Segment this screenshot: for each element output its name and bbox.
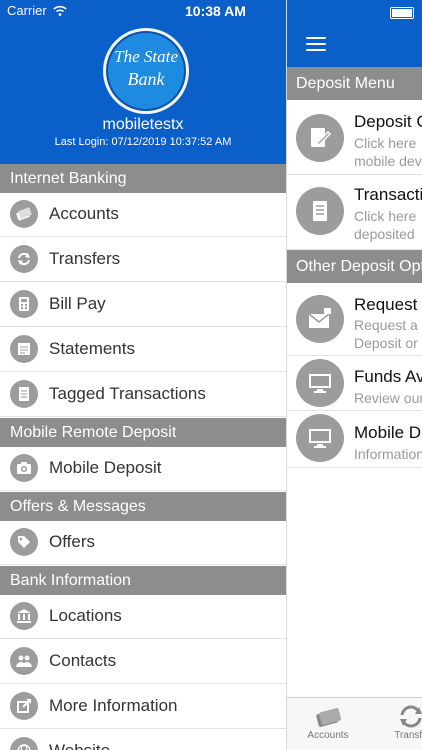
drawer-item-transfers[interactable]: Transfers	[0, 238, 286, 282]
bank-logo: The State Bank	[103, 28, 189, 114]
drawer-item-label: Offers	[49, 532, 95, 551]
menu-item-subtitle: Click here	[354, 135, 417, 151]
drawer-item-label: Website	[49, 741, 110, 750]
tab-label: Transfe	[394, 730, 422, 741]
drawer-item-locations[interactable]: Locations	[0, 595, 286, 639]
monitor-icon	[296, 414, 344, 462]
transfer-icon	[397, 704, 422, 728]
drawer-item-label: Mobile Deposit	[49, 458, 162, 477]
section-header-mobile-remote-deposit: Mobile Remote Deposit	[0, 418, 286, 447]
main-status-bar	[286, 3, 422, 21]
transfer-icon	[10, 245, 38, 273]
drawer-item-bill-pay[interactable]: Bill Pay	[0, 283, 286, 327]
drawer-item-statements[interactable]: Statements	[0, 328, 286, 372]
main-header	[286, 0, 422, 67]
tab-bar: Accounts Transfe	[286, 697, 422, 750]
menu-item-subtitle: Deposit or	[354, 335, 418, 351]
main-content-panel: Deposit Menu Deposit C Click here mobile…	[286, 0, 422, 750]
tab-accounts[interactable]: Accounts	[298, 702, 358, 741]
drawer-item-tagged-transactions[interactable]: Tagged Transactions	[0, 373, 286, 417]
drawer-item-label: Tagged Transactions	[49, 384, 206, 403]
carrier-label: Carrier	[7, 3, 47, 18]
hamburger-icon[interactable]	[306, 37, 326, 51]
status-carrier: Carrier	[7, 3, 67, 18]
drawer-item-label: Statements	[49, 339, 135, 358]
check-edit-icon	[296, 114, 344, 162]
navigation-drawer: Carrier 10:38 AM The State Bank mobilete…	[0, 0, 287, 750]
tab-transfers[interactable]: Transfe	[381, 702, 422, 741]
bank-building-icon	[10, 602, 38, 630]
section-header-other-deposit-options: Other Deposit Opt	[286, 250, 422, 283]
drawer-item-label: Contacts	[49, 651, 117, 670]
secure-mail-icon	[296, 295, 344, 343]
drawer-item-contacts[interactable]: Contacts	[0, 640, 286, 684]
drawer-item-label: More Information	[49, 696, 178, 715]
wifi-icon	[53, 5, 67, 16]
tab-label: Accounts	[307, 730, 349, 741]
document-icon	[296, 187, 344, 235]
menu-item-title: Deposit C	[354, 112, 422, 131]
credit-card-icon	[10, 200, 38, 228]
username: mobiletestx	[102, 116, 184, 133]
drawer-item-website[interactable]: Website	[0, 730, 286, 750]
contacts-icon	[10, 647, 38, 675]
menu-item-subtitle: mobile dev	[354, 153, 422, 169]
camera-icon	[10, 454, 38, 482]
tag-icon	[10, 528, 38, 556]
last-login: Last Login: 07/12/2019 10:37:52 AM	[54, 136, 232, 148]
menu-item-transaction-history[interactable]: Transacti Click here deposited	[286, 175, 422, 250]
menu-item-funds-availability[interactable]: Funds Av Review our	[286, 356, 422, 411]
credit-card-icon	[314, 704, 342, 728]
menu-item-subtitle: deposited	[354, 226, 415, 242]
globe-icon	[10, 737, 38, 750]
tag-transaction-icon	[10, 380, 38, 408]
drawer-item-mobile-deposit[interactable]: Mobile Deposit	[0, 447, 286, 491]
menu-item-subtitle: Information	[354, 446, 422, 462]
drawer-item-offers[interactable]: Offers	[0, 521, 286, 565]
drawer-item-more-information[interactable]: More Information	[0, 685, 286, 729]
menu-item-title: Request	[354, 295, 418, 314]
section-header-deposit-menu: Deposit Menu	[286, 67, 422, 100]
drawer-item-label: Transfers	[49, 249, 121, 268]
status-time: 10:38 AM	[185, 3, 246, 19]
battery-icon	[390, 7, 414, 19]
menu-item-subtitle: Click here	[354, 208, 417, 224]
drawer-item-accounts[interactable]: Accounts	[0, 193, 286, 237]
drawer-item-label: Bill Pay	[49, 294, 106, 313]
menu-item-subtitle: Request a	[354, 317, 418, 333]
share-icon	[10, 692, 38, 720]
bank-logo-line1: The State	[114, 47, 178, 66]
menu-item-title: Transacti	[354, 185, 422, 204]
drawer-item-label: Locations	[49, 606, 122, 625]
drawer-header: Carrier 10:38 AM The State Bank mobilete…	[0, 0, 286, 164]
menu-item-title: Mobile D	[354, 423, 422, 442]
menu-item-title: Funds Av	[354, 367, 422, 386]
monitor-icon	[296, 359, 344, 407]
section-header-internet-banking: Internet Banking	[0, 164, 286, 193]
statement-icon	[10, 335, 38, 363]
bank-logo-line2: Bank	[127, 69, 165, 89]
drawer-item-label: Accounts	[49, 204, 119, 223]
menu-item-subtitle: Review our	[354, 390, 422, 406]
section-header-offers-messages: Offers & Messages	[0, 492, 286, 521]
section-header-bank-information: Bank Information	[0, 566, 286, 595]
menu-item-request[interactable]: Request Request a Deposit or	[286, 283, 422, 356]
menu-item-mobile-deposit-info[interactable]: Mobile D Information	[286, 411, 422, 468]
calculator-icon	[10, 290, 38, 318]
menu-item-deposit-check[interactable]: Deposit C Click here mobile dev	[286, 100, 422, 175]
